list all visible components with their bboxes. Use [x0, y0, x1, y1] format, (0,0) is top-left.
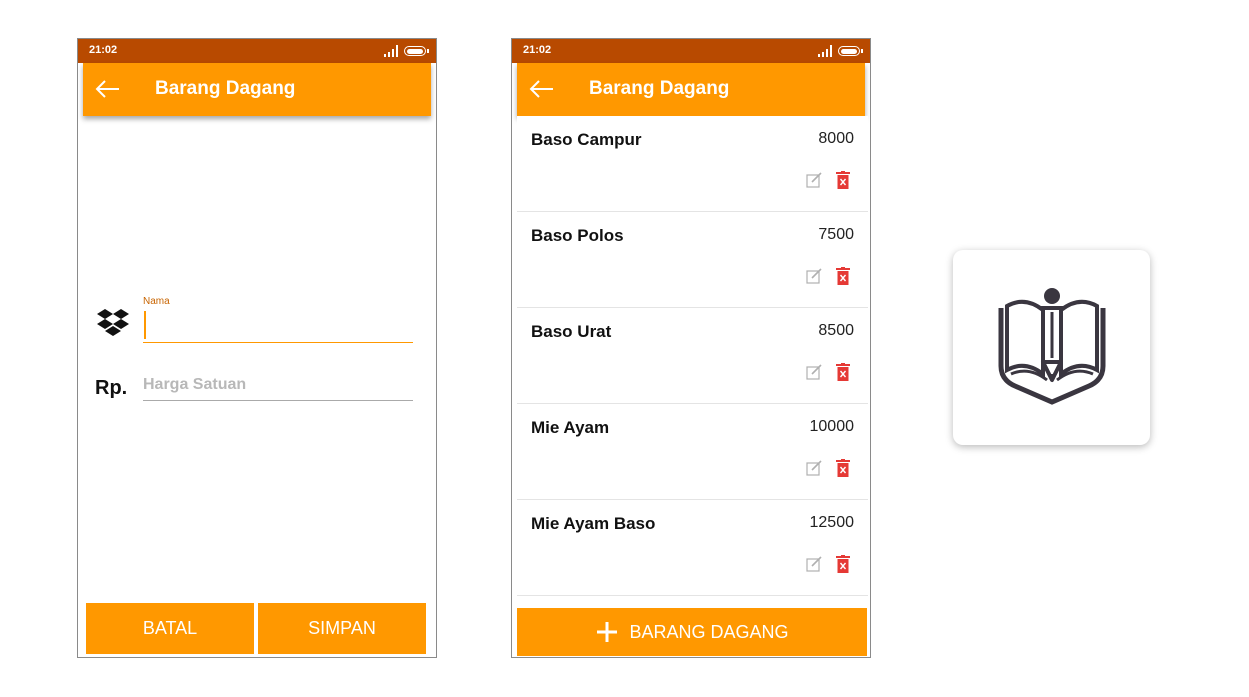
app-logo-card — [953, 250, 1150, 445]
price-input[interactable] — [143, 369, 413, 401]
edit-icon[interactable] — [806, 364, 822, 380]
trash-icon[interactable] — [836, 267, 850, 285]
currency-label: Rp. — [95, 377, 128, 399]
text-caret — [144, 311, 146, 339]
list-item[interactable]: Baso Urat 8500 — [517, 308, 868, 404]
status-time: 21:02 — [523, 44, 552, 56]
status-time: 21:02 — [89, 44, 118, 56]
back-arrow-icon[interactable] — [529, 77, 555, 101]
item-name: Mie Ayam — [531, 418, 610, 437]
trash-icon[interactable] — [836, 363, 850, 381]
edit-icon[interactable] — [806, 556, 822, 572]
cancel-button[interactable]: BATAL — [86, 603, 254, 654]
item-price: 7500 — [818, 226, 854, 243]
signal-icon — [384, 45, 398, 57]
edit-icon[interactable] — [806, 460, 822, 476]
book-pencil-logo — [998, 288, 1106, 405]
battery-icon — [404, 46, 429, 56]
dropbox-icon — [97, 309, 129, 336]
trash-icon[interactable] — [836, 459, 850, 477]
item-price: 8500 — [818, 322, 854, 339]
form-screen: 21:02 Barang Dagang Nama Rp. BATAL SIMPA… — [77, 38, 437, 658]
list-item[interactable]: Mie Ayam Baso 12500 — [517, 500, 868, 596]
name-field-label: Nama — [143, 296, 170, 307]
add-item-label: BARANG DAGANG — [629, 621, 789, 642]
list-item[interactable]: Baso Campur 8000 — [517, 116, 868, 212]
item-name: Baso Polos — [531, 226, 624, 245]
trash-icon[interactable] — [836, 171, 850, 189]
add-item-button[interactable]: BARANG DAGANG — [517, 608, 867, 656]
item-price: 10000 — [809, 418, 855, 435]
back-arrow-icon[interactable] — [95, 77, 121, 101]
page-title: Barang Dagang — [155, 78, 296, 99]
page-title: Barang Dagang — [589, 78, 730, 99]
edit-icon[interactable] — [806, 172, 822, 188]
item-price: 8000 — [818, 130, 854, 147]
item-name: Baso Campur — [531, 130, 642, 149]
item-price: 12500 — [809, 514, 855, 531]
list-screen: 21:02 Barang Dagang Baso Campur 8000 Bas… — [511, 38, 871, 658]
status-bar: 21:02 — [512, 39, 870, 63]
app-bar: Barang Dagang — [83, 63, 431, 116]
trash-icon[interactable] — [836, 555, 850, 573]
status-bar: 21:02 — [78, 39, 436, 63]
list-item[interactable]: Baso Polos 7500 — [517, 212, 868, 308]
item-name: Mie Ayam Baso — [531, 514, 656, 533]
list-item[interactable]: Mie Ayam 10000 — [517, 404, 868, 500]
plus-icon — [597, 622, 618, 642]
save-button[interactable]: SIMPAN — [258, 603, 426, 654]
edit-icon[interactable] — [806, 268, 822, 284]
signal-icon — [818, 45, 832, 57]
app-bar: Barang Dagang — [517, 63, 865, 116]
battery-icon — [838, 46, 863, 56]
item-name: Baso Urat — [531, 322, 612, 341]
name-input[interactable] — [143, 309, 413, 343]
